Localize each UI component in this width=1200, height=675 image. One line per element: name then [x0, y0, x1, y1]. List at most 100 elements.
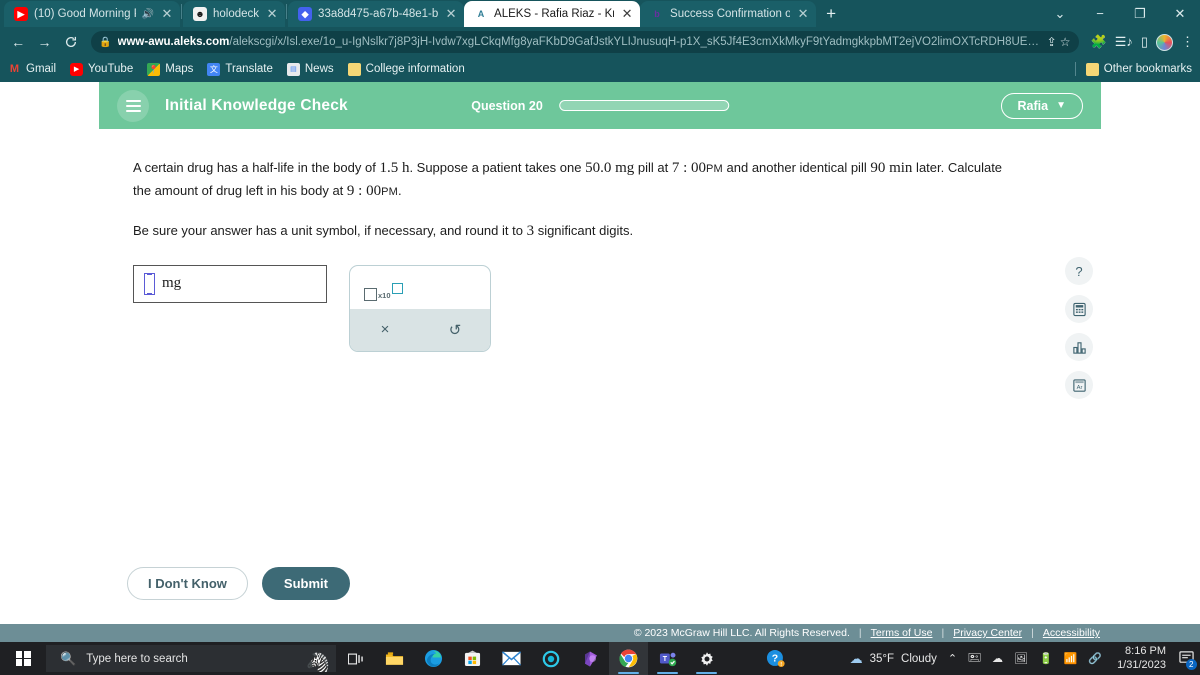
maximize-button[interactable]: ❐	[1120, 0, 1160, 27]
question-part: and another identical pill	[722, 160, 871, 175]
weather-temperature: 35°F	[869, 652, 895, 665]
google-chrome-icon[interactable]	[609, 642, 648, 675]
search-input[interactable]: 🔍 Type here to search 🦓	[46, 645, 336, 672]
display-icon[interactable]: 🖼	[1014, 652, 1028, 665]
bookmark-youtube[interactable]: ▶ YouTube	[70, 62, 134, 76]
extensions-icon[interactable]: 🧩	[1091, 34, 1107, 50]
action-button-bar: I Don't Know Submit	[99, 560, 1101, 606]
task-view-icon[interactable]	[336, 642, 375, 675]
tab-close-icon[interactable]: ✕	[796, 7, 810, 21]
folder-icon	[1085, 62, 1099, 76]
privacy-center-link[interactable]: Privacy Center	[953, 627, 1022, 639]
help-icon[interactable]: ?	[1065, 257, 1093, 285]
empty-box-icon	[364, 287, 377, 301]
undo-button[interactable]: ↺	[435, 321, 475, 339]
reading-list-icon[interactable]: ☰♪	[1115, 34, 1133, 50]
bookmark-label: News	[304, 63, 334, 75]
clock-date: 1/31/2023	[1117, 658, 1166, 671]
mail-icon[interactable]	[492, 642, 531, 675]
divider: |	[858, 627, 862, 639]
battery-icon[interactable]: 🔋	[1039, 652, 1053, 665]
accessibility-link[interactable]: Accessibility	[1043, 627, 1100, 639]
divider: |	[941, 627, 945, 639]
browser-tab[interactable]: ▶ (10) Good Morning Pakistan 🔊 ✕	[4, 1, 180, 27]
math-caret-icon	[144, 272, 155, 295]
share-icon[interactable]: ⇪	[1047, 35, 1057, 49]
tab-close-icon[interactable]: ✕	[444, 7, 458, 21]
bookmark-translate[interactable]: 文 Translate	[207, 62, 273, 76]
answer-input[interactable]: mg	[133, 264, 327, 303]
settings-icon[interactable]	[687, 642, 726, 675]
microsoft-teams-icon[interactable]: T	[648, 642, 687, 675]
sidepanel-icon[interactable]: ▯	[1141, 34, 1148, 50]
tab-title: (10) Good Morning Pakistan	[34, 8, 136, 20]
b-icon: b	[654, 9, 660, 19]
cortana-icon[interactable]	[531, 642, 570, 675]
answer-unit: mg	[162, 275, 182, 292]
wifi-icon[interactable]: 📶	[1064, 652, 1078, 665]
office-icon[interactable]	[570, 642, 609, 675]
browser-tab[interactable]: b Success Confirmation of Question ✕	[640, 1, 817, 27]
onedrive-icon[interactable]: ☁	[992, 652, 1003, 665]
hamburger-icon[interactable]	[117, 89, 149, 122]
bookmark-maps[interactable]: 📍 Maps	[147, 62, 193, 76]
tab-mute-icon[interactable]: 🔊	[142, 9, 154, 20]
browser-tab[interactable]: ◆ 33a8d475-a67b-48e1-be0e-1154 ✕	[288, 1, 465, 27]
bookmark-gmail[interactable]: M Gmail	[8, 63, 56, 76]
submit-button[interactable]: Submit	[261, 566, 350, 600]
bookmark-news[interactable]: ▤ News	[286, 62, 334, 76]
menu-icon[interactable]: ⋮	[1181, 34, 1194, 50]
url-host: www-awu.aleks.com	[117, 36, 230, 48]
delay-unit: min	[885, 160, 913, 176]
data-chart-icon[interactable]	[1065, 333, 1093, 361]
cloud-icon: ☁	[849, 650, 863, 666]
weather-widget[interactable]: ☁ 35°F Cloudy	[850, 651, 937, 667]
tab-search-icon[interactable]: ⌄	[1040, 0, 1080, 27]
forward-button[interactable]: →	[32, 29, 56, 55]
browser-tab[interactable]: ☻ holodeck ✕	[183, 1, 286, 27]
user-menu-button[interactable]: Rafia ▼	[1000, 92, 1083, 119]
address-bar[interactable]: 🔒 www-awu.aleks.com/alekscgi/x/Isl.exe/1…	[91, 31, 1079, 53]
dont-know-button[interactable]: I Don't Know	[127, 566, 248, 600]
bluetooth-icon[interactable]: 🔗	[1088, 652, 1102, 665]
bookmark-college-information[interactable]: College information	[347, 62, 465, 76]
sigfig-value: 3	[526, 222, 535, 239]
profile-avatar[interactable]	[1156, 33, 1173, 51]
tab-close-icon[interactable]: ✕	[265, 7, 279, 21]
reload-button[interactable]	[59, 29, 83, 55]
tab-close-icon[interactable]: ✕	[620, 7, 634, 21]
progress-group: Question 20	[471, 99, 729, 113]
aleks-header: Initial Knowledge Check Question 20 Rafi…	[99, 82, 1101, 129]
bookmark-other[interactable]: Other bookmarks	[1085, 62, 1192, 76]
star-icon[interactable]: ☆	[1060, 35, 1071, 49]
question-body: A certain drug has a half-life in the bo…	[99, 129, 1101, 599]
question-part: . Suppose a patient takes one	[409, 160, 586, 175]
terms-of-use-link[interactable]: Terms of Use	[871, 627, 933, 639]
back-button[interactable]: ←	[6, 29, 30, 55]
scientific-notation-button[interactable]: x10	[364, 282, 403, 301]
active-app-indicator	[696, 671, 717, 674]
weather-description: Cloudy	[901, 652, 937, 665]
math-palette-buttons: x10	[350, 275, 490, 309]
minimize-button[interactable]: −	[1080, 0, 1120, 27]
bookmark-label: YouTube	[88, 63, 134, 75]
new-tab-button[interactable]: +	[818, 1, 844, 27]
microsoft-store-icon[interactable]	[453, 642, 492, 675]
file-explorer-icon[interactable]	[375, 642, 414, 675]
windows-start-icon[interactable]	[0, 642, 46, 675]
browser-tab-active[interactable]: A ALEKS - Rafia Riaz - Knowledge C ✕	[464, 1, 641, 27]
meet-now-icon[interactable]: 🖭	[968, 649, 981, 668]
show-hidden-icons[interactable]: ⌃	[948, 652, 957, 665]
notification-center-icon[interactable]: 2	[1179, 650, 1197, 670]
microsoft-edge-icon[interactable]	[414, 642, 453, 675]
search-placeholder: Type here to search	[86, 652, 188, 665]
close-button[interactable]: ✕	[1160, 0, 1200, 27]
clear-button[interactable]: ×	[365, 321, 405, 338]
help-support-icon[interactable]: ? !	[756, 642, 795, 675]
tab-close-icon[interactable]: ✕	[160, 7, 174, 21]
active-app-indicator	[657, 671, 678, 674]
bookmark-label: Gmail	[26, 63, 57, 75]
periodic-table-icon[interactable]: Ar	[1065, 371, 1093, 399]
clock[interactable]: 8:16 PM 1/31/2023	[1117, 645, 1166, 673]
calculator-icon[interactable]	[1065, 295, 1093, 323]
